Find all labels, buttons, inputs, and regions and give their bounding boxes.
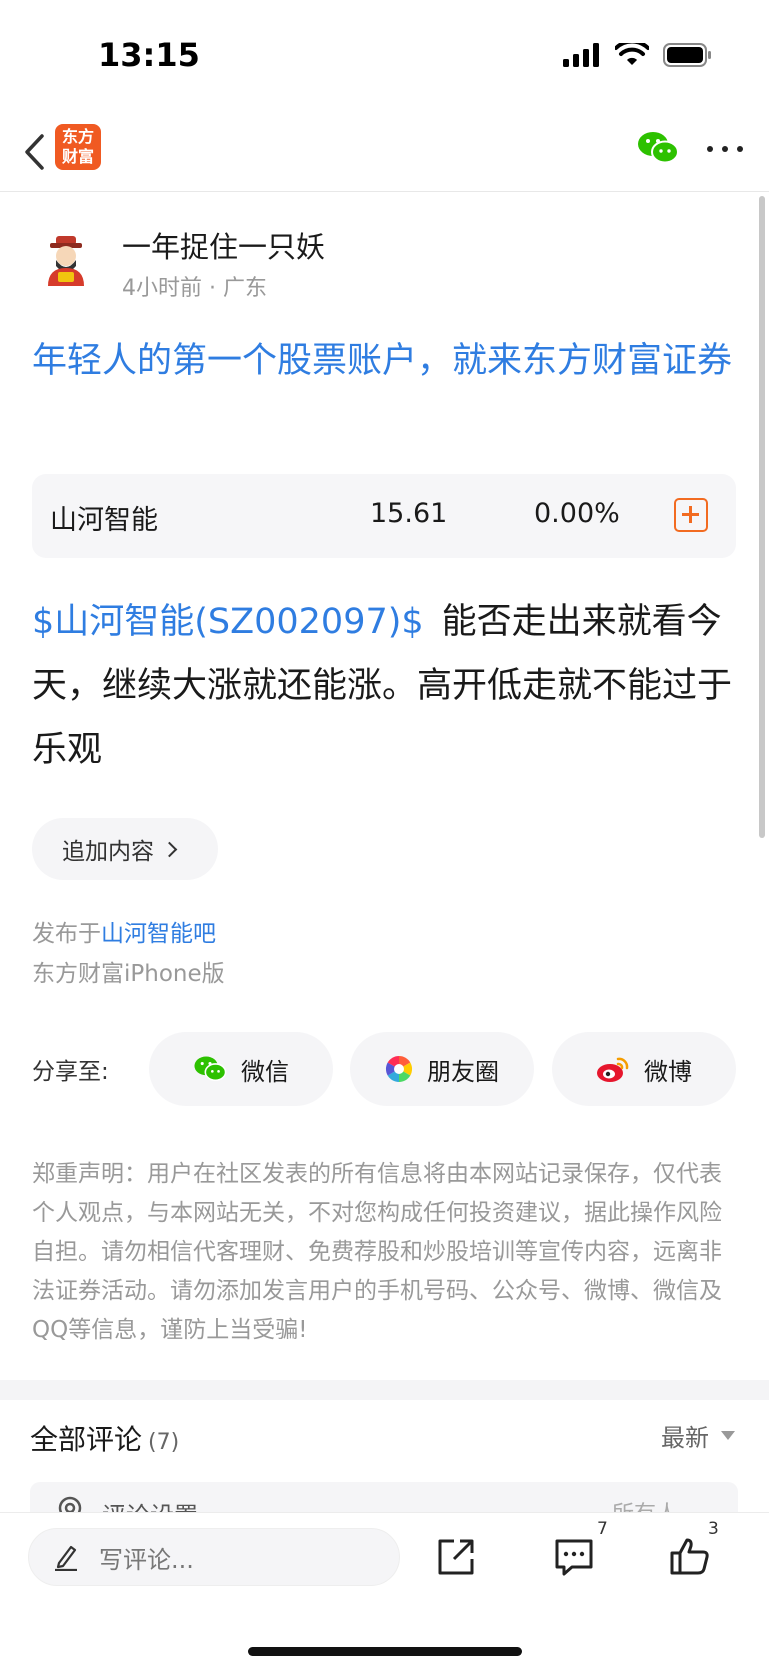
more-dot	[722, 146, 728, 152]
more-dot	[707, 146, 713, 152]
more-options-button[interactable]	[707, 134, 743, 164]
like-count-badge: 3	[708, 1519, 719, 1539]
publish-device: 东方财富iPhone版	[32, 961, 225, 987]
comments-button[interactable]	[552, 1535, 596, 1579]
app-logo[interactable]: 东方 财富	[55, 124, 101, 170]
nav-bar: 东方 财富	[0, 112, 769, 192]
share-icon	[438, 1539, 474, 1575]
sort-dropdown[interactable]: 最新	[661, 1418, 735, 1453]
status-icons	[563, 42, 713, 68]
app-logo-line2: 财富	[61, 147, 94, 166]
sort-label: 最新	[661, 1424, 709, 1452]
status-bar: 13:15	[0, 0, 769, 110]
signal-icon	[563, 43, 599, 67]
stock-price: 15.61	[370, 498, 448, 529]
wechat-icon	[638, 132, 679, 164]
stock-quote-card[interactable]: 山河智能 15.61 0.00%	[32, 474, 736, 558]
status-time: 13:15	[98, 36, 200, 74]
section-divider	[0, 1380, 769, 1400]
share-label: 分享至:	[32, 1059, 109, 1085]
wechat-share-button[interactable]	[637, 130, 679, 170]
moments-icon	[385, 1055, 413, 1083]
comments-count: (7)	[148, 1430, 180, 1455]
back-button[interactable]	[16, 128, 52, 176]
share-row: 分享至: 微信 朋友圈 微博	[32, 1032, 736, 1106]
share-weibo-button[interactable]: 微博	[552, 1032, 736, 1106]
share-weibo-label: 微博	[644, 1057, 692, 1086]
post-time-location: 4小时前 · 广东	[122, 276, 267, 301]
bottom-action-bar: 写评论... 7 3	[0, 1512, 769, 1665]
append-content-label: 追加内容	[62, 839, 154, 865]
share-moments-label: 朋友圈	[427, 1057, 499, 1086]
scrollbar[interactable]	[759, 196, 765, 838]
chevron-left-icon	[25, 134, 44, 170]
avatar-image	[48, 236, 84, 286]
disclaimer: 郑重声明：用户在社区发表的所有信息将由本网站记录保存，仅代表个人观点，与本网站无…	[32, 1161, 722, 1343]
share-moments-button[interactable]: 朋友圈	[350, 1032, 534, 1106]
board-link[interactable]: 山河智能吧	[101, 921, 216, 947]
stock-name: 山河智能	[50, 505, 158, 536]
like-button[interactable]	[668, 1535, 712, 1579]
author-header: 一年捉住一只妖 4小时前 · 广东	[32, 218, 732, 301]
home-indicator	[248, 1647, 522, 1656]
publish-info: 发布于山河智能吧 东方财富iPhone版	[32, 914, 225, 994]
pencil-icon	[55, 1545, 77, 1571]
stock-tag-link[interactable]: $山河智能(SZ002097)$	[32, 602, 424, 642]
comment-input[interactable]: 写评论...	[28, 1528, 400, 1586]
share-button[interactable]	[434, 1535, 478, 1579]
author-name[interactable]: 一年捉住一只妖	[122, 224, 325, 266]
share-wechat-button[interactable]: 微信	[149, 1032, 333, 1106]
publish-prefix: 发布于	[32, 921, 101, 947]
wifi-icon	[615, 43, 649, 65]
more-dot	[737, 146, 743, 152]
add-watchlist-icon[interactable]	[674, 498, 708, 532]
battery-icon	[663, 43, 711, 67]
comment-count-badge: 7	[597, 1519, 608, 1539]
app-logo-line1: 东方	[61, 127, 94, 146]
stock-change: 0.00%	[534, 498, 620, 529]
promo-link[interactable]: 年轻人的第一个股票账户，就来东方财富证券	[32, 334, 742, 388]
append-content-button[interactable]: 追加内容	[32, 818, 218, 880]
weibo-icon	[597, 1057, 629, 1082]
comments-title: 全部评论	[30, 1423, 143, 1456]
caret-down-icon	[721, 1431, 735, 1440]
comment-bubble-icon	[555, 1539, 593, 1576]
thumbs-up-icon	[670, 1538, 709, 1575]
wechat-icon	[194, 1056, 227, 1082]
avatar[interactable]	[38, 232, 94, 288]
chevron-right-icon	[161, 841, 178, 857]
share-wechat-label: 微信	[241, 1057, 289, 1086]
post-content: $山河智能(SZ002097)$ 能否走出来就看今天，继续大涨就还能涨。高开低走就…	[32, 590, 742, 782]
comments-header: 全部评论 (7)	[30, 1418, 179, 1458]
comment-input-placeholder: 写评论...	[99, 1545, 194, 1574]
